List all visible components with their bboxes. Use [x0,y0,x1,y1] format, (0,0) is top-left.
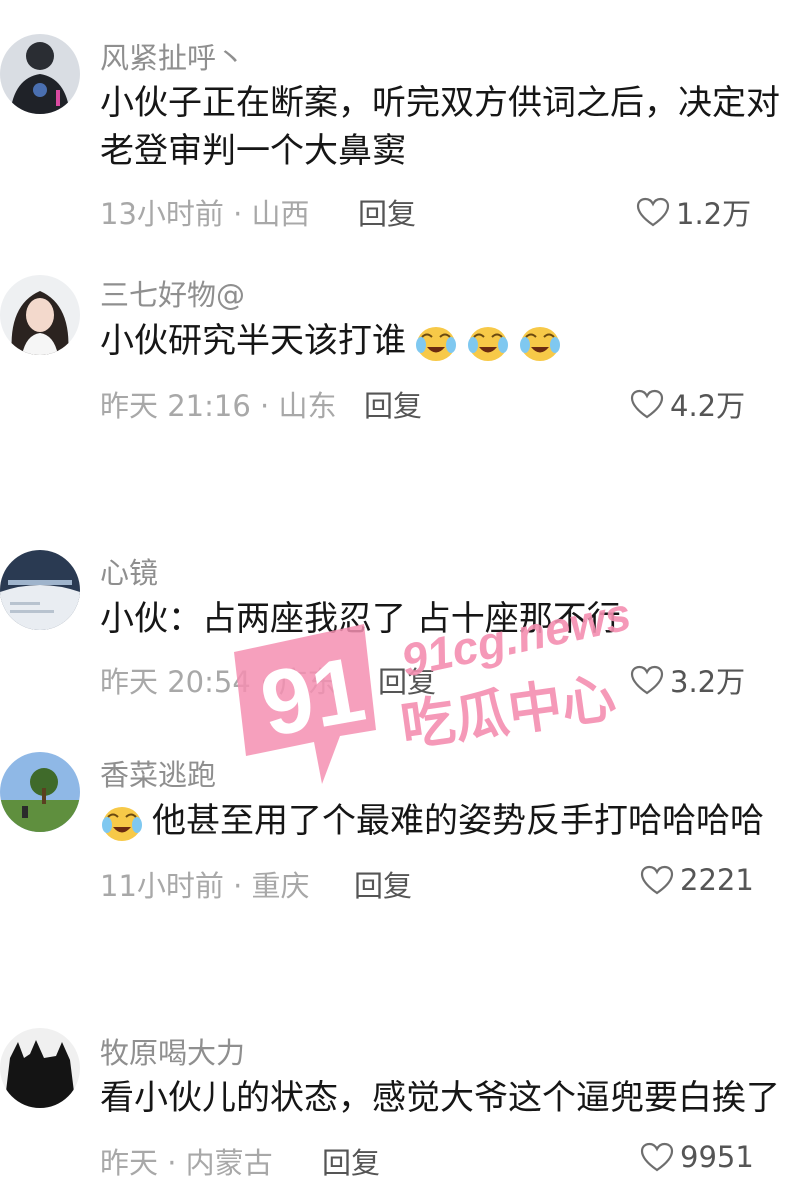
avatar[interactable] [0,34,80,114]
like-count: 3.2万 [670,665,746,699]
like-button[interactable]: 3.2万 [630,659,745,701]
laugh-cry-emoji-icon [468,326,508,361]
comment-meta: 昨天 21:16 · 山东 [100,389,337,423]
reply-button[interactable]: 回复 [378,659,436,701]
comment-meta: 11小时前 · 重庆 [100,869,310,903]
avatar[interactable] [0,275,80,355]
comment-text: 他甚至用了个最难的姿势反手打哈哈哈哈 [100,797,764,845]
reply-button[interactable]: 回复 [322,1140,380,1182]
laugh-cry-emoji-icon [520,326,560,361]
like-button[interactable]: 2221 [640,863,754,897]
reply-button[interactable]: 回复 [364,383,422,425]
comment-text-content: 他甚至用了个最难的姿势反手打哈哈哈哈 [152,801,764,841]
reply-button[interactable]: 回复 [358,191,416,233]
comment-text-content: 小伙研究半天该打谁 [100,321,406,361]
like-button[interactable]: 4.2万 [630,383,745,425]
username[interactable]: 三七好物@ [100,272,245,314]
heart-icon [636,197,670,227]
like-count: 2221 [680,863,754,897]
like-count: 1.2万 [676,197,752,231]
laugh-cry-emoji-icon [102,806,142,841]
heart-icon [630,665,664,695]
username[interactable]: 风紧扯呼丶 [100,35,245,77]
username[interactable]: 牧原喝大力 [100,1030,245,1072]
comment-text: 小伙：占两座我忍了 占十座那不行 [100,599,621,639]
avatar[interactable] [0,1028,80,1108]
heart-icon [630,389,664,419]
comment-text: 小伙子正在断案，听完双方供词之后，决定对 [100,83,780,123]
like-button[interactable]: 1.2万 [636,191,751,233]
username[interactable]: 香菜逃跑 [100,752,216,794]
avatar[interactable] [0,550,80,630]
like-count: 4.2万 [670,389,746,423]
like-button[interactable]: 9951 [640,1140,754,1174]
comment-text: 小伙研究半天该打谁 [100,317,562,365]
comment-meta: 13小时前 · 山西 [100,197,310,231]
reply-button[interactable]: 回复 [354,863,412,905]
heart-icon [640,865,674,895]
laugh-cry-emoji-icon [416,326,456,361]
like-count: 9951 [680,1140,754,1174]
username[interactable]: 心镜 [100,550,158,592]
comment-meta: 昨天 20:54 · 广东 [100,665,337,699]
comment-meta: 昨天 · 内蒙古 [100,1146,273,1180]
heart-icon [640,1142,674,1172]
comment-text: 看小伙儿的状态，感觉大爷这个逼兜要白挨了 [100,1078,780,1118]
comment-text: 老登审判一个大鼻窦 [100,131,406,171]
avatar[interactable] [0,752,80,832]
